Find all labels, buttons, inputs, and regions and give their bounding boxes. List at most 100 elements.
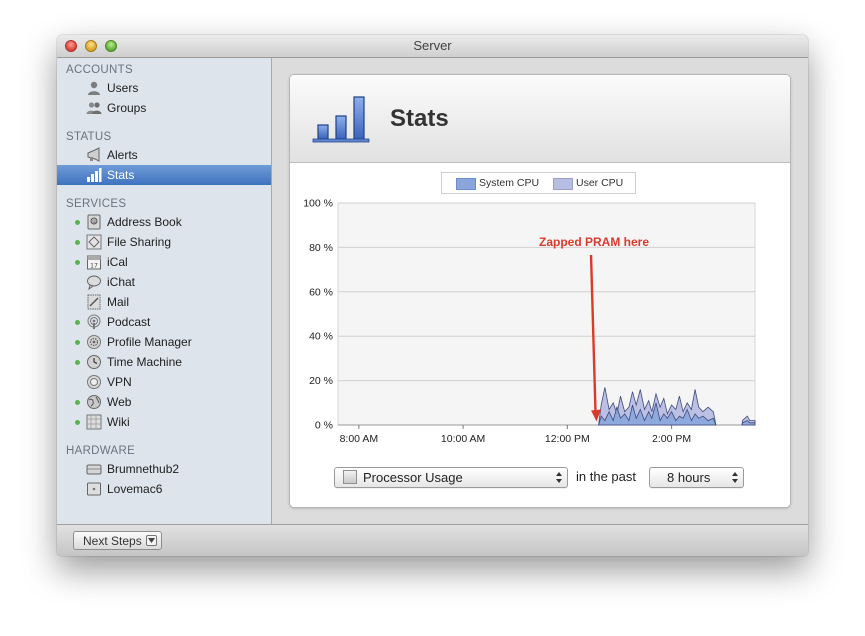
- sidebar-item-label: Alerts: [107, 148, 138, 162]
- sidebar-item-label: Podcast: [107, 315, 151, 329]
- window-title: Server: [413, 38, 452, 53]
- x-tick-label: 12:00 PM: [545, 433, 590, 445]
- sidebar-item-label: Brumnethub2: [107, 462, 180, 476]
- popup-arrows-icon: [556, 472, 562, 483]
- y-tick-label: 100 %: [303, 198, 333, 210]
- address-book-icon: @: [86, 214, 102, 230]
- sidebar-item-wiki[interactable]: Wiki: [57, 412, 271, 432]
- metric-popup-value: Processor Usage: [363, 470, 463, 485]
- title-bar: Server: [57, 35, 808, 58]
- file-sharing-icon: [86, 234, 102, 250]
- sidebar-item-users[interactable]: Users: [57, 78, 271, 98]
- sidebar: ACCOUNTS Users Groups STATUS Alerts Stats SERV…: [57, 58, 272, 524]
- globe-icon: [86, 394, 102, 410]
- y-tick-label: 0 %: [315, 420, 333, 432]
- cpu-usage-chart: 0 % 20 % 40 % 60 % 80 % 100 % 8:00 AM 10:00 AM 1…: [303, 198, 756, 445]
- panel-header: Stats: [290, 75, 790, 163]
- sidebar-item-vpn[interactable]: VPN: [57, 372, 271, 392]
- service-running-indicator: [75, 340, 80, 345]
- sidebar-item-profile-manager[interactable]: Profile Manager: [57, 332, 271, 352]
- svg-text:@: @: [92, 219, 97, 225]
- sidebar-item-label: iCal: [107, 255, 128, 269]
- podcast-icon: [86, 314, 102, 330]
- legend-swatch-user-cpu: [553, 178, 573, 190]
- sidebar-item-lovemac6[interactable]: Lovemac6: [57, 479, 271, 499]
- vpn-icon: [86, 374, 102, 390]
- sidebar-item-label: iChat: [107, 275, 136, 289]
- sidebar-item-groups[interactable]: Groups: [57, 98, 271, 118]
- sidebar-section-header: HARDWARE: [66, 445, 136, 457]
- x-tick-label: 2:00 PM: [652, 433, 691, 445]
- sidebar-item-label: Web: [107, 395, 132, 409]
- service-running-indicator: [75, 420, 80, 425]
- next-steps-label: Next Steps: [83, 534, 142, 548]
- metric-popup[interactable]: Processor Usage: [334, 467, 568, 488]
- sidebar-item-label: File Sharing: [107, 235, 172, 249]
- sidebar-item-ical[interactable]: 17 iCal: [57, 252, 271, 272]
- sidebar-item-label: Time Machine: [107, 355, 182, 369]
- sidebar-item-label: Users: [107, 81, 139, 95]
- calendar-icon: 17: [86, 254, 102, 270]
- stats-bar-chart-icon: [312, 96, 370, 143]
- legend-label-user-cpu: User CPU: [576, 177, 624, 189]
- x-tick-label: 10:00 AM: [441, 433, 485, 445]
- sidebar-section-header: STATUS: [66, 131, 112, 143]
- sidebar-item-stats[interactable]: Stats: [57, 165, 271, 185]
- popup-arrows-icon: [732, 472, 738, 483]
- gear-icon: [86, 334, 102, 350]
- group-icon: [86, 100, 102, 116]
- legend-label-system-cpu: System CPU: [479, 177, 540, 189]
- chart-legend: System CPU User CPU: [441, 172, 636, 194]
- in-the-past-label: in the past: [576, 469, 636, 484]
- sidebar-item-label: Wiki: [107, 415, 130, 429]
- disclosure-arrow-icon: [146, 535, 157, 546]
- server-window: Server ACCOUNTS Users Groups STATUS Alerts St…: [57, 35, 808, 556]
- range-popup-value: 8 hours: [667, 470, 711, 485]
- sidebar-section-header: SERVICES: [66, 198, 127, 210]
- sidebar-item-alerts[interactable]: Alerts: [57, 145, 271, 165]
- stats-panel: Stats System CPU User CPU 0 % 20 % 40 % 60 …: [290, 75, 790, 507]
- sidebar-item-mail[interactable]: Mail: [57, 292, 271, 312]
- sidebar-item-label: Address Book: [107, 215, 182, 229]
- sidebar-item-address-book[interactable]: @ Address Book: [57, 212, 271, 232]
- svg-text:17: 17: [90, 263, 98, 270]
- sidebar-item-label: Mail: [107, 295, 130, 309]
- service-running-indicator: [75, 260, 80, 265]
- y-tick-label: 80 %: [309, 242, 333, 254]
- range-popup[interactable]: 8 hours: [649, 467, 744, 488]
- sidebar-item-label: Stats: [107, 168, 135, 182]
- sidebar-item-brumnethub2[interactable]: Brumnethub2: [57, 459, 271, 479]
- sidebar-item-label: VPN: [107, 375, 132, 389]
- mac-mini-icon: [86, 481, 102, 497]
- sidebar-item-time-machine[interactable]: Time Machine: [57, 352, 271, 372]
- service-running-indicator: [75, 240, 80, 245]
- processor-icon: [343, 470, 357, 484]
- service-running-indicator: [75, 320, 80, 325]
- sidebar-item-web[interactable]: Web: [57, 392, 271, 412]
- bar-chart-icon: [86, 167, 102, 183]
- y-tick-label: 20 %: [309, 375, 333, 387]
- annotation-label: Zapped PRAM here: [539, 235, 649, 249]
- y-tick-label: 40 %: [309, 331, 333, 343]
- sidebar-item-label: Lovemac6: [107, 482, 163, 496]
- y-tick-label: 60 %: [309, 286, 333, 298]
- sidebar-item-label: Groups: [107, 101, 147, 115]
- sidebar-item-podcast[interactable]: Podcast: [57, 312, 271, 332]
- sidebar-item-file-sharing[interactable]: File Sharing: [57, 232, 271, 252]
- main-content: Stats System CPU User CPU 0 % 20 % 40 % 60 …: [272, 58, 808, 524]
- wiki-icon: [86, 414, 102, 430]
- mail-stamp-icon: [86, 294, 102, 310]
- sidebar-item-ichat[interactable]: iChat: [57, 272, 271, 292]
- legend-swatch-system-cpu: [456, 178, 476, 190]
- next-steps-button[interactable]: Next Steps: [73, 531, 162, 550]
- megaphone-icon: [86, 147, 102, 163]
- chat-bubble-icon: [86, 274, 102, 290]
- user-icon: [86, 80, 102, 96]
- server-drive-icon: [86, 461, 102, 477]
- sidebar-item-label: Profile Manager: [107, 335, 192, 349]
- x-tick-label: 8:00 AM: [340, 433, 379, 445]
- sidebar-section-header: ACCOUNTS: [66, 64, 133, 76]
- service-running-indicator: [75, 220, 80, 225]
- bottom-bar: Next Steps: [57, 524, 808, 556]
- service-running-indicator: [75, 360, 80, 365]
